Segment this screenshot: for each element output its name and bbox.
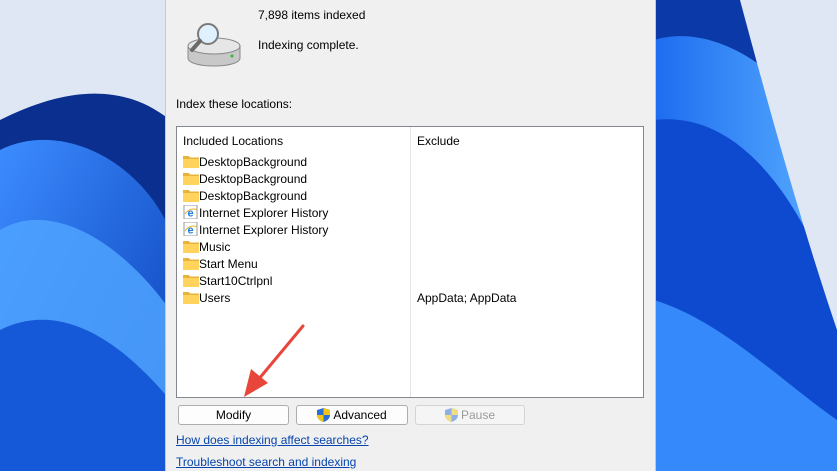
uac-shield-icon <box>317 408 331 422</box>
internet-explorer-icon: e <box>183 205 198 219</box>
indexing-options-window: 7,898 items indexed Indexing complete. I… <box>165 0 656 471</box>
indexing-drive-icon <box>187 23 241 67</box>
location-name: Users <box>199 291 231 305</box>
included-locations-header[interactable]: Included Locations <box>183 134 283 148</box>
location-name: Music <box>199 240 231 254</box>
location-name: DesktopBackground <box>199 155 308 169</box>
troubleshoot-link[interactable]: Troubleshoot search and indexing <box>176 455 356 469</box>
location-exclude: AppData; AppData <box>417 291 517 305</box>
locations-list[interactable]: Included Locations Exclude DesktopBackgr… <box>176 126 644 398</box>
location-row[interactable]: DesktopBackground <box>177 170 643 187</box>
location-name: DesktopBackground <box>199 189 308 203</box>
folder-icon <box>183 258 199 270</box>
folder-icon <box>183 241 199 253</box>
modify-button[interactable]: Modify <box>178 405 289 425</box>
folder-icon <box>183 292 199 304</box>
index-locations-label: Index these locations: <box>176 97 293 111</box>
indexing-affect-link[interactable]: How does indexing affect searches? <box>176 433 369 447</box>
location-row[interactable]: e Internet Explorer History <box>177 204 643 221</box>
location-name: Internet Explorer History <box>199 206 329 220</box>
location-name: DesktopBackground <box>199 172 308 186</box>
location-row[interactable]: Start10Ctrlpnl <box>177 272 643 289</box>
advanced-button[interactable]: Advanced <box>296 405 408 425</box>
location-row[interactable]: Music <box>177 238 643 255</box>
pause-button-label: Pause <box>460 408 496 422</box>
location-row[interactable]: Start Menu <box>177 255 643 272</box>
exclude-header[interactable]: Exclude <box>417 134 460 148</box>
folder-icon <box>183 156 199 168</box>
folder-icon <box>183 173 199 185</box>
location-name: Start10Ctrlpnl <box>199 274 273 288</box>
location-row[interactable]: DesktopBackground <box>177 153 643 170</box>
items-indexed-count: 7,898 items indexed <box>258 8 366 22</box>
indexing-status: Indexing complete. <box>258 38 359 52</box>
advanced-button-label: Advanced <box>333 408 387 422</box>
uac-shield-icon <box>444 408 458 422</box>
location-name: Start Menu <box>199 257 258 271</box>
folder-icon <box>183 275 199 287</box>
pause-button[interactable]: Pause <box>415 405 525 425</box>
location-row[interactable]: e Internet Explorer History <box>177 221 643 238</box>
folder-icon <box>183 190 199 202</box>
location-name: Internet Explorer History <box>199 223 329 237</box>
location-row[interactable]: DesktopBackground <box>177 187 643 204</box>
internet-explorer-icon: e <box>183 222 198 236</box>
location-row[interactable]: Users AppData; AppData <box>177 289 643 306</box>
